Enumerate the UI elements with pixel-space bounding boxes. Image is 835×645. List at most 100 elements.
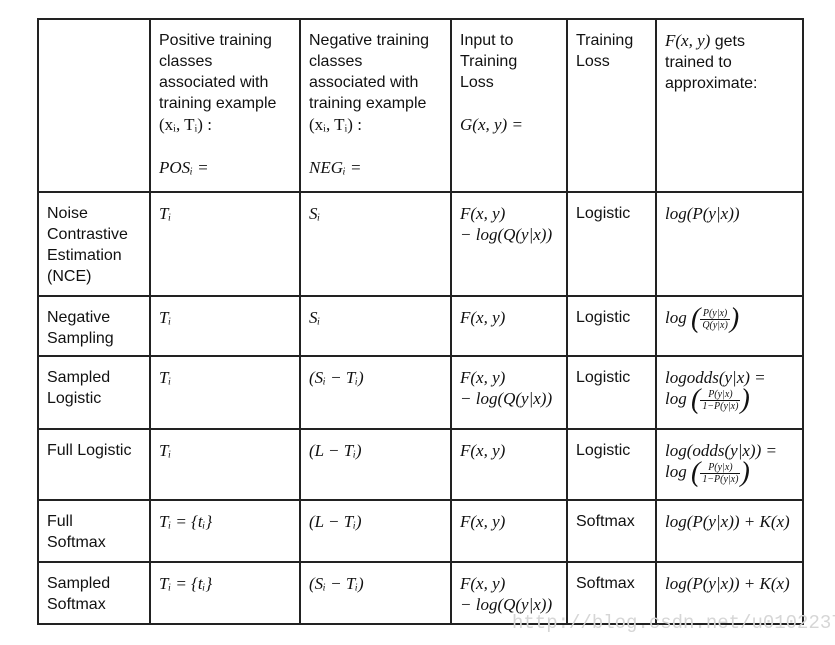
denominator: Q(y|x) <box>702 319 728 331</box>
method-name-line: Contrastive <box>47 226 128 243</box>
formula-f-xy: F(x, y) <box>460 204 506 223</box>
formula-log: log <box>665 389 687 408</box>
loss-cell: Logistic <box>566 191 657 297</box>
header-input-to-loss: Input to Training Loss G(x, y) = <box>450 18 568 193</box>
loss-cell: Logistic <box>566 295 657 357</box>
numerator: P(y|x) <box>700 308 730 320</box>
table-row: Full Logistic Tᵢ (L − Tᵢ) F(x, y) Logist… <box>37 428 804 501</box>
formula-f-xy: F(x, y) <box>460 574 506 593</box>
method-name: Full Logistic <box>37 428 151 501</box>
loss-cell: Logistic <box>566 428 657 501</box>
method-name-line: Logistic <box>47 390 102 407</box>
header-approximate: F(x, y) gets trained to approximate: <box>655 18 804 193</box>
formula-minus-log-q: − log(Q(y|x)) <box>460 389 553 408</box>
method-name-line: Sampled <box>47 369 111 386</box>
method-name: Full Softmax <box>37 499 151 563</box>
formula-xi-ti: (xᵢ, Tᵢ) : <box>159 115 212 134</box>
formula-pos-i: POSᵢ = <box>159 158 209 177</box>
header-text: Training <box>576 32 634 49</box>
header-text: approximate: <box>665 75 758 92</box>
header-text: associated with <box>309 74 419 91</box>
left-paren: ( <box>690 457 701 489</box>
method-name: Sampled Softmax <box>37 561 151 625</box>
negative-classes-cell: Sᵢ <box>299 295 452 357</box>
numerator: P(y|x) <box>700 462 741 474</box>
header-text: gets <box>710 33 745 50</box>
formula-log: log <box>665 308 687 327</box>
comparison-table: Positive training classes associated wit… <box>37 18 804 625</box>
header-text: classes <box>159 53 213 70</box>
method-name-line: Full <box>47 513 73 530</box>
negative-classes-cell: (L − Tᵢ) <box>299 428 452 501</box>
formula-f-xy: F(x, y) <box>665 31 711 50</box>
header-text: Training <box>460 53 518 70</box>
negative-classes-cell: (Sᵢ − Tᵢ) <box>299 355 452 430</box>
method-name-line: Estimation <box>47 247 122 264</box>
negative-classes-cell: (L − Tᵢ) <box>299 499 452 563</box>
positive-classes-cell: Tᵢ = {tᵢ} <box>149 499 301 563</box>
formula-minus-log-q: − log(Q(y|x)) <box>460 225 553 244</box>
formula-f-xy: F(x, y) <box>460 368 506 387</box>
header-corner-cell <box>37 18 151 193</box>
left-paren: ( <box>690 303 701 335</box>
header-negative-classes: Negative training classes associated wit… <box>299 18 452 193</box>
approx-cell: log(odds(y|x)) = log (P(y|x) 1−P(y|x)) <box>655 428 804 501</box>
table-row: Noise Contrastive Estimation (NCE) Tᵢ Sᵢ… <box>37 191 804 297</box>
header-positive-classes: Positive training classes associated wit… <box>149 18 301 193</box>
method-name-line: Negative <box>47 309 111 326</box>
approx-cell: log (P(y|x) Q(y|x)) <box>655 295 804 357</box>
header-text: classes <box>309 53 363 70</box>
method-name-line: Softmax <box>47 596 106 613</box>
positive-classes-cell: Tᵢ = {tᵢ} <box>149 561 301 625</box>
right-paren: ) <box>740 384 750 416</box>
input-cell: F(x, y) − log(Q(y|x)) <box>450 355 568 430</box>
table-row: Negative Sampling Tᵢ Sᵢ F(x, y) Logistic… <box>37 295 804 357</box>
header-text: Loss <box>576 53 610 70</box>
negative-classes-cell: Sᵢ <box>299 191 452 297</box>
loss-cell: Softmax <box>566 499 657 563</box>
method-name-line: (NCE) <box>47 268 92 285</box>
formula-xi-ti: (xᵢ, Tᵢ) : <box>309 115 362 134</box>
formula-g-xy: G(x, y) = <box>460 115 523 134</box>
right-paren: ) <box>729 303 740 335</box>
method-name-line: Softmax <box>47 534 106 551</box>
approx-cell: log(P(y|x)) <box>655 191 804 297</box>
header-training-loss: Training Loss <box>566 18 657 193</box>
input-cell: F(x, y) <box>450 499 568 563</box>
header-text: associated with <box>159 74 269 91</box>
negative-classes-cell: (Sᵢ − Tᵢ) <box>299 561 452 625</box>
denominator: 1−P(y|x) <box>702 473 739 485</box>
fraction: P(y|x) 1−P(y|x) <box>700 462 741 485</box>
positive-classes-cell: Tᵢ <box>149 295 301 357</box>
loss-cell: Logistic <box>566 355 657 430</box>
method-name-line: Full Logistic <box>47 442 132 459</box>
header-row: Positive training classes associated wit… <box>37 18 804 193</box>
method-name-line: Sampled <box>47 575 111 592</box>
method-name-line: Noise <box>47 205 88 222</box>
fraction: P(y|x) Q(y|x) <box>700 308 730 331</box>
header-text: trained to <box>665 54 732 71</box>
header-text: Negative training <box>309 32 430 49</box>
approx-cell: log(P(y|x)) + K(x) <box>655 499 804 563</box>
formula-log-odds: log(odds(y|x)) = <box>665 441 777 460</box>
formula-log: log <box>665 462 687 481</box>
left-paren: ( <box>690 384 701 416</box>
method-name: Sampled Logistic <box>37 355 151 430</box>
formula-logodds: logodds(y|x) = <box>665 368 766 387</box>
header-text: training example <box>309 95 427 112</box>
formula-neg-i: NEGᵢ = <box>309 158 362 177</box>
method-name-line: Sampling <box>47 330 114 347</box>
fraction: P(y|x) 1−P(y|x) <box>700 389 741 412</box>
input-cell: F(x, y) − log(Q(y|x)) <box>450 191 568 297</box>
header-text: Loss <box>460 74 494 91</box>
right-paren: ) <box>740 457 750 489</box>
header-text: Positive training <box>159 32 272 49</box>
denominator: 1−P(y|x) <box>702 400 739 412</box>
approx-cell: logodds(y|x) = log (P(y|x) 1−P(y|x)) <box>655 355 804 430</box>
input-cell: F(x, y) <box>450 295 568 357</box>
positive-classes-cell: Tᵢ <box>149 428 301 501</box>
input-cell: F(x, y) <box>450 428 568 501</box>
positive-classes-cell: Tᵢ <box>149 355 301 430</box>
header-text: Input to <box>460 32 514 49</box>
watermark: http://blog.csdn.net/u010223750 <box>512 612 835 634</box>
